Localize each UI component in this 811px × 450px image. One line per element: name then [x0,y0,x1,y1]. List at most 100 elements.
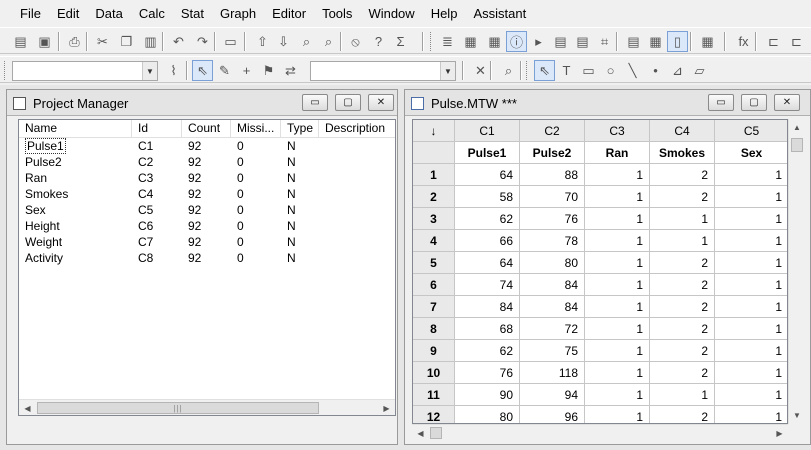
print-icon[interactable]: ⎙ [64,31,85,52]
menu-window[interactable]: Window [360,0,422,27]
data-cell[interactable]: 75 [520,340,585,362]
worksheet-titlebar[interactable]: Pulse.MTW *** ▭ ▢ ✕ [405,90,810,116]
scroll-left-icon[interactable]: ◀ [19,400,36,415]
row-header[interactable]: 12 [413,406,455,423]
crosshair-icon[interactable]: + [236,60,257,81]
menu-tools[interactable]: Tools [314,0,360,27]
data-cell[interactable]: 2 [650,340,715,362]
data-cell[interactable]: 2 [650,164,715,186]
pen-icon[interactable]: ✎ [214,60,235,81]
menu-assistant[interactable]: Assistant [465,0,534,27]
data-cell[interactable]: 1 [585,208,650,230]
list-item[interactable]: Pulse2 C2 92 0 N [19,154,395,170]
help-icon[interactable]: ? [368,31,389,52]
align-icon[interactable]: ⊏ [786,31,807,52]
show-data-icon[interactable]: ▦ [460,31,481,52]
toolbar-grip[interactable] [526,61,529,80]
scroll-right-icon[interactable]: ▶ [378,400,395,415]
data-cell[interactable]: 76 [455,362,520,384]
polyline-icon[interactable]: ⊿ [667,60,688,81]
row-header[interactable]: 2 [413,186,455,208]
list-item[interactable]: Weight C7 92 0 N [19,234,395,250]
data-cell[interactable]: 1 [585,274,650,296]
data-cell[interactable]: 1 [650,208,715,230]
menu-editor[interactable]: Editor [264,0,314,27]
data-cell[interactable]: 118 [520,362,585,384]
stat-guide-icon[interactable]: Σ [390,31,411,52]
worksheet-grid[interactable]: ↓ C1 C2 C3 C4 C5 Pulse1 Pulse2 Ran Smokes Sex 1 64 88… [412,119,788,424]
menu-file[interactable]: File [12,0,49,27]
horizontal-scrollbar[interactable]: ◀ ▶ [412,424,788,441]
brush-icon[interactable]: ⌇ [163,60,184,81]
data-cell[interactable]: 1 [585,318,650,340]
close-button[interactable]: ✕ [774,94,800,111]
data-cell[interactable]: 2 [650,274,715,296]
project-manager-icon[interactable]: ▯ [667,31,688,52]
data-cell[interactable]: 1 [715,274,787,296]
row-header[interactable]: 10 [413,362,455,384]
scroll-right-icon[interactable]: ▶ [771,425,788,441]
data-cell[interactable]: 1 [585,406,650,423]
name-row-header[interactable] [413,142,455,164]
data-cell[interactable]: 2 [650,186,715,208]
zoom-icon[interactable]: ⌕ [498,60,519,81]
scroll-thumb[interactable] [430,427,442,439]
data-cell[interactable]: 1 [585,252,650,274]
pointer-icon[interactable]: ⇖ [534,60,555,81]
column-name-cell[interactable]: Pulse1 [455,142,520,164]
menu-stat[interactable]: Stat [173,0,212,27]
data-cell[interactable]: 1 [715,208,787,230]
data-cell[interactable]: 64 [455,252,520,274]
scroll-left-icon[interactable]: ◀ [412,425,429,441]
data-cell[interactable]: 1 [585,362,650,384]
scroll-down-icon[interactable]: ▼ [789,407,805,424]
project-manager-titlebar[interactable]: Project Manager ▭ ▢ ✕ [7,90,397,116]
data-cell[interactable]: 94 [520,384,585,406]
column-header-2[interactable]: Id [132,120,182,138]
data-cell[interactable]: 66 [455,230,520,252]
maximize-button[interactable]: ▢ [335,94,361,111]
design-icon[interactable]: ⌗ [594,31,615,52]
data-cell[interactable]: 84 [455,296,520,318]
data-cell[interactable]: 84 [520,274,585,296]
data-cell[interactable]: 1 [715,362,787,384]
data-cell[interactable]: 1 [585,296,650,318]
data-cell[interactable]: 62 [455,340,520,362]
list-item[interactable]: Pulse1 C1 92 0 N [19,138,395,154]
close-button[interactable]: ✕ [368,94,394,111]
row-header[interactable]: 11 [413,384,455,406]
data-cell[interactable]: 72 [520,318,585,340]
menu-data[interactable]: Data [87,0,130,27]
data-cell[interactable]: 80 [520,252,585,274]
data-cell[interactable]: 2 [650,362,715,384]
scroll-thumb[interactable] [791,138,803,152]
data-cell[interactable]: 58 [455,186,520,208]
column-name-cell[interactable]: Sex [715,142,787,164]
column-id-header[interactable]: C3 [585,120,650,142]
data-cell[interactable]: 80 [455,406,520,423]
data-cell[interactable]: 1 [715,340,787,362]
maximize-button[interactable]: ▢ [741,94,767,111]
data-cell[interactable]: 1 [650,230,715,252]
find-next-icon[interactable]: ⌕ [318,31,339,52]
distribute-icon[interactable]: ⊏ [763,31,784,52]
list-item[interactable]: Height C6 92 0 N [19,218,395,234]
open-icon[interactable]: ▤ [10,31,31,52]
line-icon[interactable]: ╲ [622,60,643,81]
data-cell[interactable]: 1 [585,340,650,362]
font-combo[interactable]: ▼ [12,61,158,81]
list-item[interactable]: Activity C8 92 0 N [19,250,395,266]
related-docs-icon[interactable]: ▤ [572,31,593,52]
find-icon[interactable]: ⌕ [296,31,317,52]
data-cell[interactable]: 1 [715,186,787,208]
list-item[interactable]: Sex C5 92 0 N [19,202,395,218]
column-header-4[interactable]: Missi... [231,120,281,138]
data-cell[interactable]: 90 [455,384,520,406]
data-cell[interactable]: 1 [585,384,650,406]
data-cell[interactable]: 1 [715,318,787,340]
data-cell[interactable]: 2 [650,252,715,274]
polygon-icon[interactable]: ▱ [689,60,710,81]
data-cell[interactable]: 1 [715,164,787,186]
paste-icon[interactable]: ▥ [140,31,161,52]
list-item[interactable]: Ran C3 92 0 N [19,170,395,186]
